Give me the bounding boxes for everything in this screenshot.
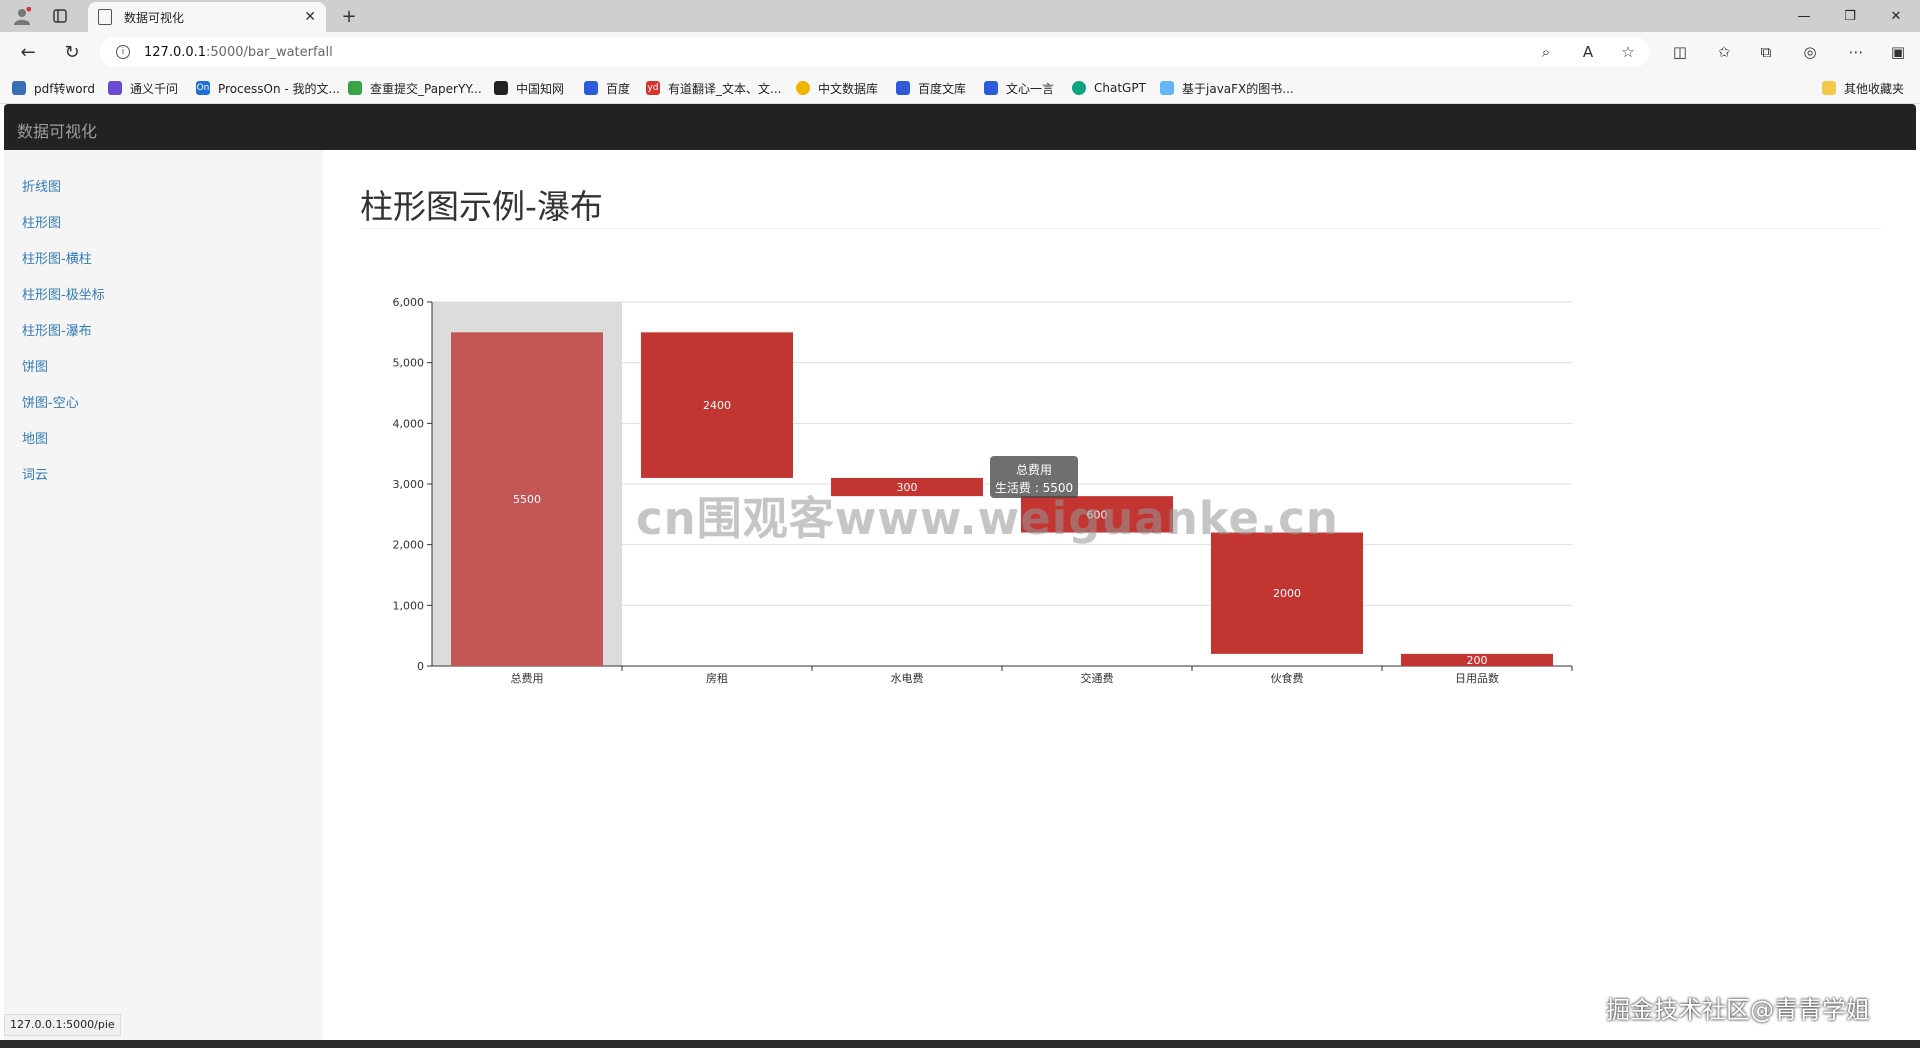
page-title: 柱形图示例-瀑布 bbox=[360, 187, 603, 226]
extension-icon[interactable]: ◎ bbox=[1796, 38, 1824, 66]
close-tab-icon[interactable]: ✕ bbox=[304, 9, 316, 25]
sidebar-toggle-icon[interactable]: ▣ bbox=[1884, 38, 1912, 66]
sidebar-item-line[interactable]: 折线图 bbox=[22, 176, 61, 195]
favorite-star-icon[interactable]: ☆ bbox=[1614, 38, 1642, 66]
bookmark-item[interactable]: pdf转word bbox=[12, 78, 95, 98]
watermark-text: cn围观客www.weiguanke.cn bbox=[636, 492, 1339, 545]
bookmark-icon bbox=[896, 81, 910, 95]
bookmark-icon: On bbox=[196, 81, 210, 95]
y-tick-label: 3,000 bbox=[393, 478, 425, 491]
sidebar: 折线图 柱形图 柱形图-横柱 柱形图-极坐标 柱形图-瀑布 饼图 饼图-空心 地… bbox=[4, 150, 322, 1040]
x-tick-label: 交通费 bbox=[1081, 671, 1114, 685]
sidebar-item-wordcloud[interactable]: 词云 bbox=[22, 464, 48, 483]
back-button[interactable]: ← bbox=[14, 38, 42, 66]
collections-icon[interactable]: ⧉ bbox=[1752, 38, 1780, 66]
sidebar-item-bar-horizontal[interactable]: 柱形图-横柱 bbox=[22, 248, 92, 267]
x-tick-label: 日用品数 bbox=[1455, 672, 1499, 685]
bookmark-icon bbox=[1072, 81, 1086, 95]
y-tick-label: 1,000 bbox=[393, 599, 425, 612]
bookmark-item[interactable]: yd 有道翻译_文本、文... bbox=[646, 78, 781, 98]
workspaces-icon[interactable] bbox=[46, 4, 74, 28]
browser-tab-strip: 数据可视化 ✕ + — ❐ ✕ bbox=[0, 0, 1920, 32]
status-url: 127.0.0.1:5000/pie bbox=[4, 1014, 121, 1036]
folder-icon bbox=[1822, 81, 1836, 95]
sidebar-item-pie-donut[interactable]: 饼图-空心 bbox=[22, 392, 79, 411]
bookmark-item[interactable]: 文心一言 bbox=[984, 78, 1054, 98]
bookmark-icon: yd bbox=[646, 81, 660, 95]
zoom-icon[interactable]: ⌕ bbox=[1532, 38, 1560, 66]
url-path: :5000/bar_waterfall bbox=[206, 44, 333, 60]
y-tick-label: 2,000 bbox=[393, 539, 425, 552]
bookmark-item[interactable]: 基于javaFX的图书... bbox=[1160, 78, 1294, 98]
bookmarks-folder[interactable]: 其他收藏夹 bbox=[1822, 78, 1904, 98]
bookmark-icon bbox=[984, 81, 998, 95]
taskbar-edge bbox=[0, 1040, 1920, 1048]
restore-icon[interactable]: ❐ bbox=[1830, 4, 1870, 28]
app-navbar: 数据可视化 bbox=[4, 104, 1916, 150]
title-divider bbox=[360, 228, 1882, 229]
bookmark-icon bbox=[584, 81, 598, 95]
y-tick-label: 4,000 bbox=[393, 417, 425, 430]
bar-data-label: 200 bbox=[1467, 654, 1488, 667]
app-brand[interactable]: 数据可视化 bbox=[17, 118, 97, 142]
bookmark-item[interactable]: 中文数据库 bbox=[796, 78, 878, 98]
x-tick-label: 水电费 bbox=[891, 672, 924, 685]
bookmark-icon bbox=[348, 81, 362, 95]
x-tick-label: 总费用 bbox=[511, 671, 544, 685]
sidebar-item-bar-polar[interactable]: 柱形图-极坐标 bbox=[22, 284, 105, 303]
sidebar-item-pie[interactable]: 饼图 bbox=[22, 356, 48, 375]
x-tick-label: 房租 bbox=[706, 672, 728, 685]
more-menu-icon[interactable]: ⋯ bbox=[1842, 38, 1870, 66]
y-tick-label: 6,000 bbox=[393, 296, 425, 309]
address-bar[interactable]: i 127.0.0.1:5000/bar_waterfall bbox=[100, 37, 1650, 67]
browser-tab-active[interactable]: 数据可视化 ✕ bbox=[88, 2, 326, 32]
sidebar-item-map[interactable]: 地图 bbox=[22, 428, 48, 447]
bookmark-item[interactable]: 查重提交_PaperYY... bbox=[348, 78, 482, 98]
y-tick-label: 0 bbox=[417, 660, 424, 673]
bookmark-item[interactable]: ChatGPT bbox=[1072, 78, 1146, 98]
minimize-icon[interactable]: — bbox=[1784, 4, 1824, 28]
profile-icon[interactable] bbox=[8, 4, 36, 28]
bookmarks-bar: pdf转word 通义千问 On ProcessOn - 我的文... 查重提交_… bbox=[0, 72, 1920, 104]
new-tab-button[interactable]: + bbox=[336, 4, 362, 28]
reload-button[interactable]: ↻ bbox=[58, 38, 86, 66]
x-tick-label: 伙食费 bbox=[1271, 671, 1304, 685]
url-host: 127.0.0.1 bbox=[144, 44, 207, 60]
sidebar-item-bar[interactable]: 柱形图 bbox=[22, 212, 61, 231]
site-info-icon[interactable]: i bbox=[116, 45, 130, 59]
browser-toolbar: ← ↻ i 127.0.0.1:5000/bar_waterfall ⌕ A ☆… bbox=[0, 32, 1920, 72]
bookmark-icon bbox=[108, 81, 122, 95]
bookmark-item[interactable]: 通义千问 bbox=[108, 78, 178, 98]
close-window-icon[interactable]: ✕ bbox=[1876, 4, 1916, 28]
bookmark-icon bbox=[796, 81, 810, 95]
read-aloud-icon[interactable]: A bbox=[1574, 38, 1602, 66]
y-tick-label: 5,000 bbox=[393, 357, 425, 370]
bookmark-item[interactable]: 百度文库 bbox=[896, 78, 966, 98]
tab-title: 数据可视化 bbox=[124, 10, 185, 25]
bookmark-item[interactable]: On ProcessOn - 我的文... bbox=[196, 78, 340, 98]
bar-data-label: 2400 bbox=[703, 399, 731, 412]
sidebar-item-bar-waterfall[interactable]: 柱形图-瀑布 bbox=[22, 320, 92, 339]
bookmark-icon bbox=[1160, 81, 1174, 95]
bookmark-icon bbox=[494, 81, 508, 95]
bookmark-item[interactable]: 百度 bbox=[584, 78, 630, 98]
bar-data-label: 2000 bbox=[1273, 587, 1301, 600]
bar-data-label: 5500 bbox=[513, 493, 541, 506]
credit-text: 掘金技术社区@青青学姐 bbox=[1606, 996, 1870, 1024]
tooltip-title: 总费用 bbox=[1015, 463, 1052, 477]
bookmark-item[interactable]: 中国知网 bbox=[494, 78, 564, 98]
page-icon bbox=[98, 9, 112, 25]
bookmark-icon bbox=[12, 81, 26, 95]
favorites-icon[interactable]: ✩ bbox=[1710, 38, 1738, 66]
split-screen-icon[interactable]: ◫ bbox=[1666, 38, 1694, 66]
